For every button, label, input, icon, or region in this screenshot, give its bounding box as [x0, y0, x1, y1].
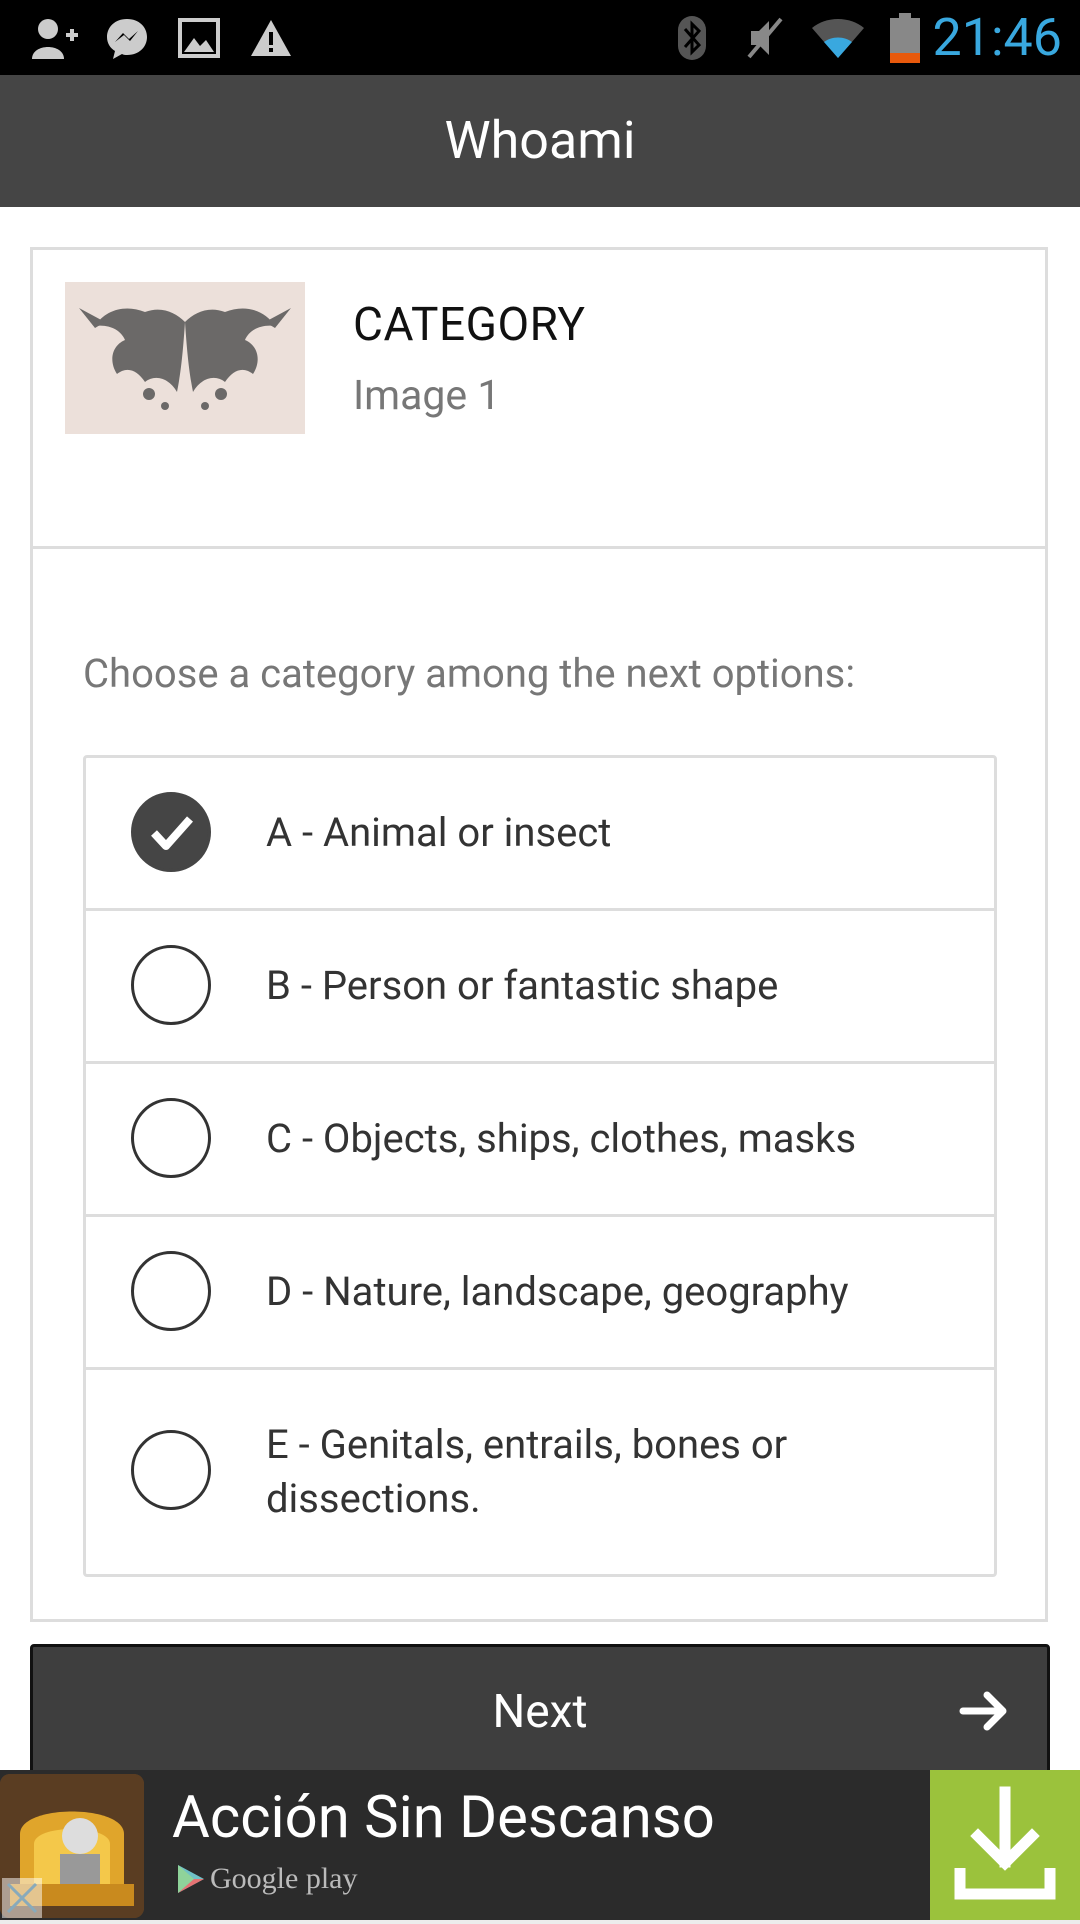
mute-icon [740, 14, 790, 62]
category-title: CATEGORY [353, 298, 586, 352]
next-button[interactable]: Next [30, 1644, 1050, 1770]
option-c[interactable]: C - Objects, ships, clothes, masks [86, 1064, 994, 1217]
battery-low-icon [888, 13, 922, 63]
option-label: A - Animal or insect [266, 809, 612, 856]
wifi-icon [808, 14, 868, 62]
arrow-right-icon [959, 1691, 1007, 1731]
google-play-badge: Google play [176, 1862, 357, 1896]
ad-close-icon[interactable] [2, 1878, 42, 1918]
add-contact-icon [30, 14, 80, 62]
radio-unchecked-icon[interactable] [131, 1251, 211, 1331]
app-bar: Whoami [0, 75, 1080, 207]
option-b[interactable]: B - Person or fantastic shape [86, 911, 994, 1064]
question-card: CATEGORY Image 1 Choose a category among… [30, 247, 1048, 1622]
ad-banner[interactable]: Acción Sin Descanso Google play [0, 1770, 1080, 1920]
option-e[interactable]: E - Genitals, entrails, bones or dissect… [86, 1370, 994, 1574]
status-bar: 21:46 [0, 0, 1080, 75]
option-label: E - Genitals, entrails, bones or dissect… [266, 1421, 788, 1522]
option-label: B - Person or fantastic shape [266, 962, 779, 1009]
content-area: CATEGORY Image 1 Choose a category among… [0, 207, 1080, 1770]
google-play-icon [178, 1865, 204, 1893]
messenger-icon [102, 14, 152, 62]
bluetooth-icon [672, 14, 712, 62]
option-label: D - Nature, landscape, geography [266, 1268, 849, 1315]
gallery-icon [174, 14, 224, 62]
warning-icon [246, 14, 296, 62]
download-button[interactable] [930, 1770, 1080, 1920]
question-prompt: Choose a category among the next options… [83, 650, 856, 697]
image-subtitle: Image 1 [353, 372, 501, 420]
clock: 21:46 [932, 7, 1063, 68]
option-d[interactable]: D - Nature, landscape, geography [86, 1217, 994, 1370]
ad-title[interactable]: Acción Sin Descanso [172, 1784, 715, 1852]
options-list: A - Animal or insect B - Person or fanta… [83, 755, 997, 1577]
download-icon [954, 1786, 1056, 1900]
radio-unchecked-icon[interactable] [131, 1098, 211, 1178]
radio-unchecked-icon[interactable] [131, 1430, 211, 1510]
divider [33, 546, 1045, 549]
store-label: Google play [210, 1862, 358, 1895]
option-label: C - Objects, ships, clothes, masks [266, 1115, 857, 1162]
next-button-label: Next [492, 1685, 588, 1739]
radio-unchecked-icon[interactable] [131, 945, 211, 1025]
radio-checked-icon[interactable] [131, 792, 211, 872]
app-title: Whoami [444, 110, 636, 171]
inkblot-image [65, 282, 305, 434]
option-a[interactable]: A - Animal or insect [86, 758, 994, 911]
